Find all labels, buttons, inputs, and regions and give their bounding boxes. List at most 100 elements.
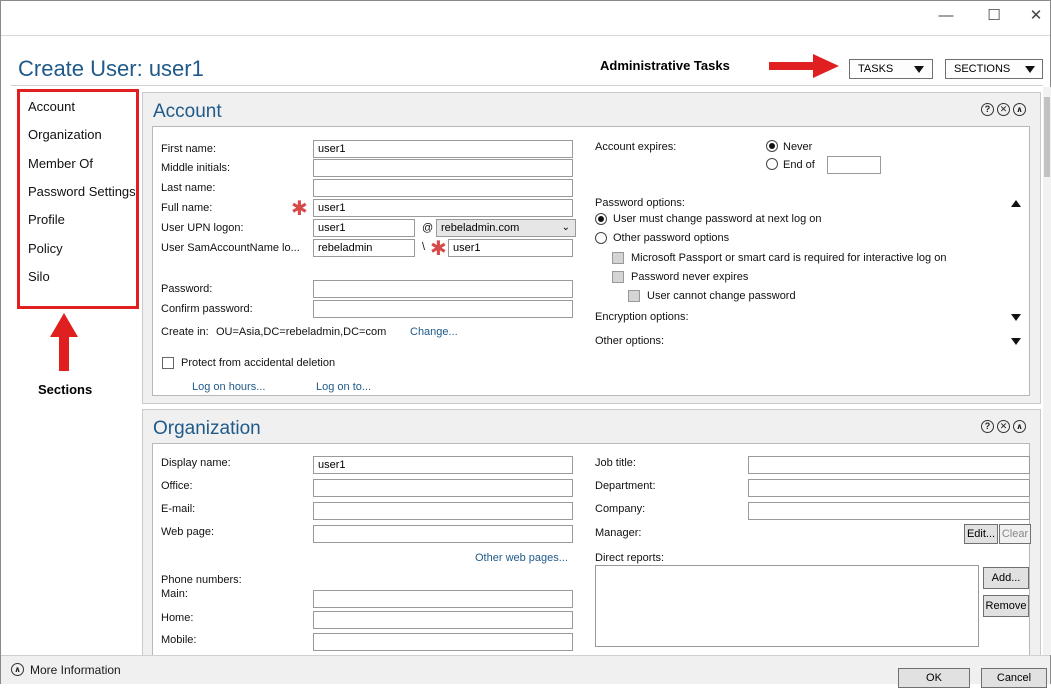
web-page-label: Web page: — [161, 526, 215, 538]
home-phone-field[interactable] — [313, 611, 573, 629]
scrollbar-thumb[interactable] — [1044, 97, 1050, 177]
other-options-label: Other options: — [595, 335, 665, 347]
sam-domain-field[interactable]: rebeladmin — [313, 239, 415, 257]
required-icon: ✱ — [291, 198, 308, 220]
department-field[interactable] — [748, 479, 1030, 497]
annotation-sections: Sections — [38, 382, 93, 397]
password-options-label: Password options: — [595, 197, 685, 209]
last-name-field[interactable] — [313, 179, 573, 197]
nav-item-account[interactable]: Account — [28, 99, 75, 114]
manager-label: Manager: — [595, 527, 642, 539]
office-field[interactable] — [313, 479, 573, 497]
header-divider — [1, 35, 1050, 36]
end-of-label: End of — [783, 159, 815, 171]
web-page-field[interactable] — [313, 525, 573, 543]
first-name-field[interactable]: user1 — [313, 140, 573, 158]
nav-item-organization[interactable]: Organization — [28, 127, 102, 142]
tasks-dropdown-icon — [914, 66, 924, 73]
collapse-icon[interactable]: ∧ — [1013, 103, 1026, 116]
smartcard-label: Microsoft Passport or smart card is requ… — [631, 252, 947, 264]
expand-other-options-icon[interactable] — [1011, 338, 1021, 345]
add-direct-report-button[interactable]: Add... — [983, 567, 1029, 589]
office-label: Office: — [161, 480, 193, 492]
log-on-to-link[interactable]: Log on to... — [316, 381, 371, 393]
other-web-pages-link[interactable]: Other web pages... — [475, 552, 568, 564]
collapse-icon[interactable]: ∧ — [1013, 420, 1026, 433]
remove-direct-report-button[interactable]: Remove — [983, 595, 1029, 617]
chevron-down-icon: ⌄ — [561, 222, 570, 233]
display-name-field[interactable]: user1 — [313, 456, 573, 474]
organization-form: Display name: user1 Office: E-mail: Web … — [152, 443, 1031, 656]
direct-reports-label: Direct reports: — [595, 552, 665, 564]
main-phone-label: Main: — [161, 588, 188, 600]
end-of-radio[interactable] — [766, 158, 778, 170]
password-label: Password: — [161, 283, 213, 295]
direct-reports-list[interactable] — [595, 565, 979, 647]
maximize-button[interactable]: ☐ — [979, 5, 1009, 27]
account-form: First name: user1 Middle initials: Last … — [152, 126, 1030, 396]
collapse-password-options-icon[interactable] — [1011, 200, 1021, 207]
email-field[interactable] — [313, 502, 573, 520]
nav-item-silo[interactable]: Silo — [28, 269, 50, 284]
scrollbar[interactable] — [1043, 87, 1051, 655]
manager-clear-button[interactable]: Clear — [999, 524, 1031, 544]
end-of-date-field[interactable] — [827, 156, 881, 174]
page-title: Create User: user1 — [18, 56, 204, 81]
ok-button[interactable]: OK — [898, 668, 970, 688]
manager-edit-button[interactable]: Edit... — [964, 524, 998, 544]
company-field[interactable] — [748, 502, 1030, 520]
mobile-phone-field[interactable] — [313, 633, 573, 651]
never-radio[interactable] — [766, 140, 778, 152]
nav-item-policy[interactable]: Policy — [28, 241, 63, 256]
must-change-label: User must change password at next log on — [613, 213, 822, 225]
last-name-label: Last name: — [161, 182, 216, 194]
never-expires-label: Password never expires — [631, 271, 749, 283]
log-on-hours-link[interactable]: Log on hours... — [192, 381, 265, 393]
email-label: E-mail: — [161, 503, 196, 515]
close-section-icon[interactable]: ✕ — [997, 103, 1010, 116]
create-in-label: Create in: — [161, 326, 209, 338]
main-phone-field[interactable] — [313, 590, 573, 608]
job-title-label: Job title: — [595, 457, 636, 469]
display-name-label: Display name: — [161, 457, 231, 469]
close-button[interactable]: ✕ — [1021, 5, 1051, 27]
home-phone-label: Home: — [161, 612, 194, 624]
department-label: Department: — [595, 480, 656, 492]
cancel-button[interactable]: Cancel — [981, 668, 1047, 688]
help-icon[interactable]: ? — [981, 103, 994, 116]
job-title-field[interactable] — [748, 456, 1030, 474]
expand-more-info-icon[interactable]: ∧ — [11, 663, 24, 676]
encryption-options-label: Encryption options: — [595, 311, 689, 323]
confirm-password-field[interactable] — [313, 300, 573, 318]
full-name-field[interactable]: user1 — [313, 199, 573, 217]
sam-field[interactable]: user1 — [448, 239, 573, 257]
cannot-change-checkbox[interactable] — [628, 290, 640, 302]
sections-button[interactable]: SECTIONS — [945, 59, 1043, 79]
sections-label: SECTIONS — [954, 63, 1011, 75]
password-field[interactable] — [313, 280, 573, 298]
middle-initials-field[interactable] — [313, 159, 573, 177]
other-password-options-label: Other password options — [613, 232, 730, 244]
never-expires-checkbox[interactable] — [612, 271, 624, 283]
upn-field[interactable]: user1 — [313, 219, 415, 237]
more-information-link[interactable]: More Information — [30, 663, 121, 677]
change-link[interactable]: Change... — [410, 326, 458, 338]
expand-encryption-icon[interactable] — [1011, 314, 1021, 321]
annotation-arrow-right-icon — [769, 54, 839, 78]
tasks-button[interactable]: TASKS — [849, 59, 933, 79]
nav-item-member-of[interactable]: Member Of — [28, 156, 93, 171]
protect-label: Protect from accidental deletion — [181, 357, 336, 369]
other-options-radio[interactable] — [595, 232, 607, 244]
protect-checkbox[interactable] — [162, 357, 174, 369]
must-change-radio[interactable] — [595, 213, 607, 225]
account-section-title: Account — [153, 101, 222, 122]
company-label: Company: — [595, 503, 646, 515]
nav-item-profile[interactable]: Profile — [28, 212, 65, 227]
upn-domain-select[interactable]: rebeladmin.com ⌄ — [436, 219, 576, 237]
close-section-icon[interactable]: ✕ — [997, 420, 1010, 433]
minimize-button[interactable]: — — [931, 5, 961, 27]
help-icon[interactable]: ? — [981, 420, 994, 433]
smartcard-checkbox[interactable] — [612, 252, 624, 264]
annotation-arrow-up-icon — [50, 313, 78, 371]
nav-item-password-settings[interactable]: Password Settings — [28, 184, 136, 199]
